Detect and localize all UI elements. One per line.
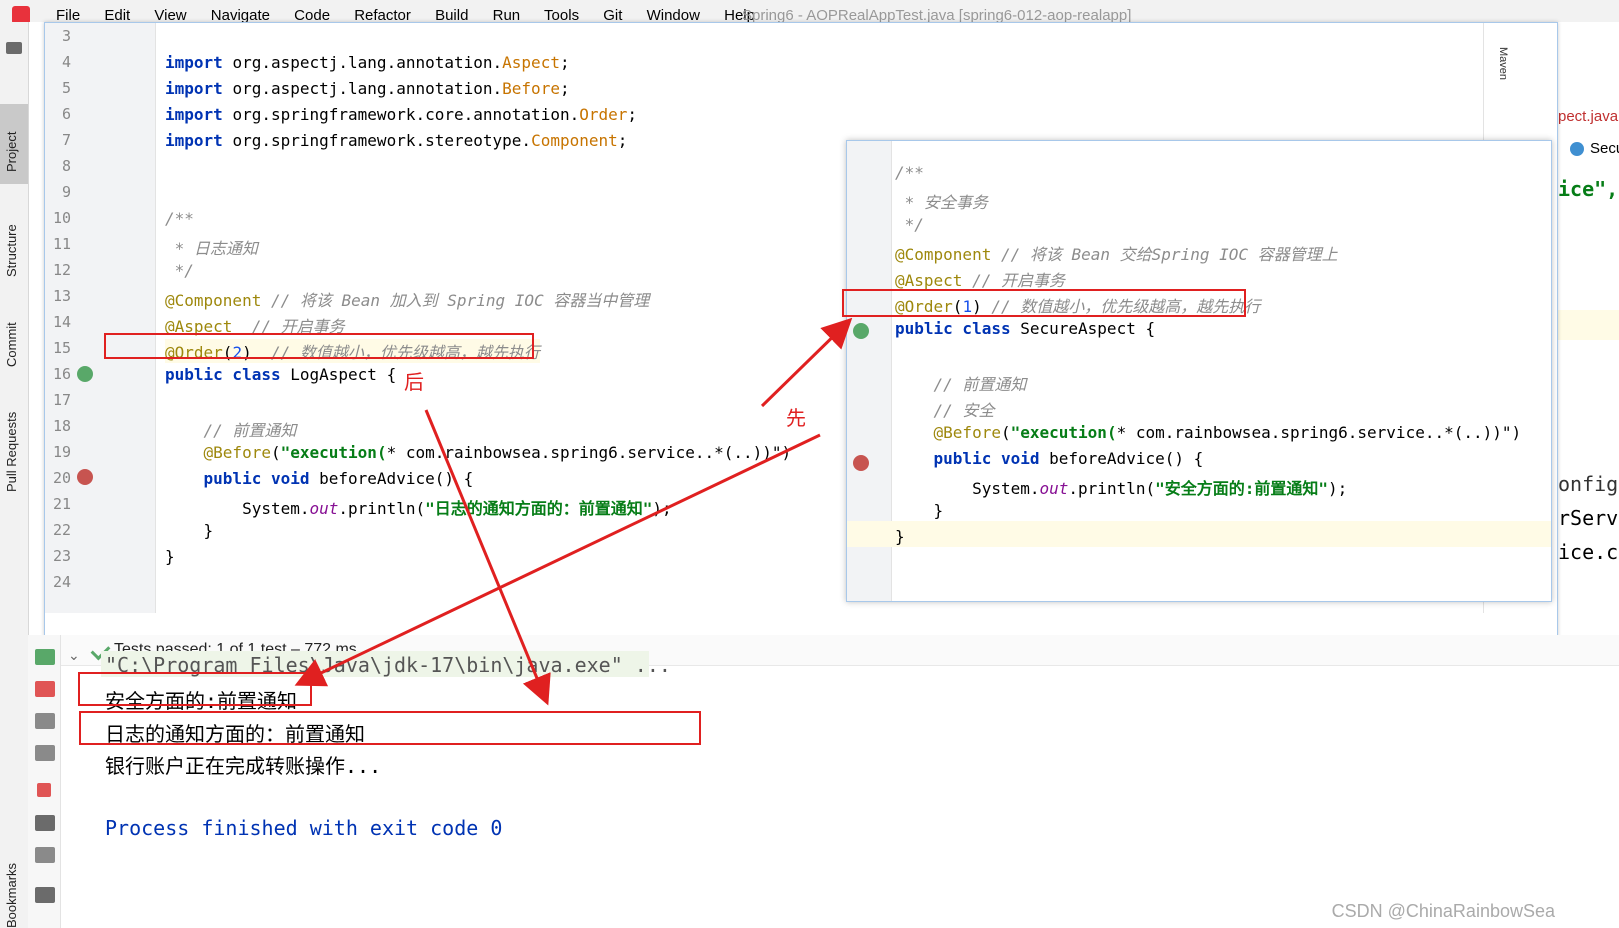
- arrow-first-to-order1: [760, 317, 853, 408]
- annotation-arrows: [294, 317, 853, 706]
- arrow-first-to-secure-output: [294, 433, 821, 687]
- arrow-later-to-log-output: [424, 409, 551, 706]
- watermark: CSDN @ChinaRainbowSea: [1331, 901, 1555, 921]
